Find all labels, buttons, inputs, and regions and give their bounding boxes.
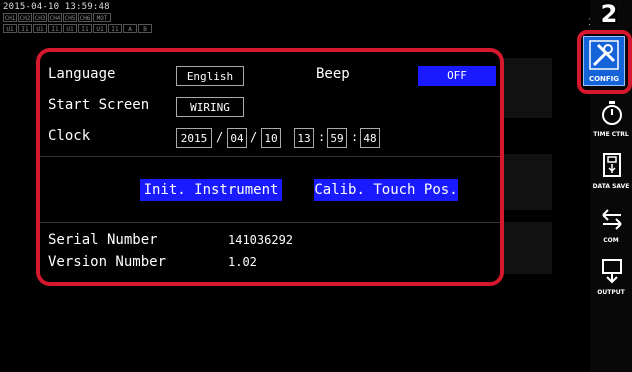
- channel-indicator: CH5: [63, 13, 77, 22]
- channel-range: U1: [93, 24, 107, 33]
- sidebar-config-label: CONFIG: [588, 75, 620, 83]
- channel-range: U1: [33, 24, 47, 33]
- settings-panel: Language English Beep OFF Start Screen W…: [36, 48, 504, 286]
- sidebar-time-ctrl-button[interactable]: TIME CTRL: [593, 98, 629, 138]
- channel-range: I1: [78, 24, 92, 33]
- sidebar-output-label: OUTPUT: [597, 289, 625, 296]
- time-separator: :: [351, 130, 359, 144]
- sidebar-config-button[interactable]: CONFIG: [583, 36, 625, 86]
- clock-day-field[interactable]: 10: [261, 128, 281, 148]
- status-bar: 2015-04-10 13:59:48 CH1 CH2 CH3 CH4 CH5 …: [0, 0, 593, 40]
- channel-indicator: CH1: [3, 13, 17, 22]
- serial-number-value: 141036292: [228, 233, 294, 247]
- channel-indicator: CH2: [18, 13, 32, 22]
- sidebar-time-ctrl-label: TIME CTRL: [593, 131, 629, 138]
- date-separator: /: [250, 130, 258, 144]
- version-number-value: 1.02: [228, 255, 257, 269]
- panel-strip: [500, 58, 552, 118]
- time-separator: :: [318, 130, 326, 144]
- channel-indicator: MOT: [93, 13, 111, 22]
- init-instrument-button[interactable]: Init. Instrument: [140, 179, 282, 201]
- clock-second-field[interactable]: 48: [360, 128, 380, 148]
- sidebar-com-button[interactable]: COM: [594, 204, 628, 244]
- channel-row-top: CH1 CH2 CH3 CH4 CH5 CH6 MOT: [3, 13, 111, 22]
- sidebar-data-save-label: DATA SAVE: [592, 183, 630, 190]
- channel-range: U1: [3, 24, 17, 33]
- divider: [40, 156, 500, 157]
- channel-range: I1: [108, 24, 122, 33]
- beep-label: Beep: [316, 66, 350, 82]
- serial-number-label: Serial Number: [48, 232, 158, 248]
- language-field[interactable]: English: [176, 66, 244, 86]
- panel-strip: [500, 222, 552, 274]
- start-screen-field[interactable]: WIRING: [176, 97, 244, 117]
- channel-row-bottom: U1 I1 U1 I1 U1 I1 U1 I1 A B: [3, 24, 152, 33]
- channel-range: B: [138, 24, 152, 33]
- beep-toggle[interactable]: OFF: [418, 66, 496, 86]
- version-number-label: Version Number: [48, 254, 167, 270]
- stopwatch-icon: [602, 101, 622, 125]
- clock-hour-field[interactable]: 13: [294, 128, 314, 148]
- channel-range: A: [123, 24, 137, 33]
- date-separator: /: [216, 130, 224, 144]
- output-icon: [602, 259, 622, 284]
- sidebar-data-save-button[interactable]: DATA SAVE: [592, 150, 630, 190]
- transfer-icon: [602, 209, 622, 230]
- language-label: Language: [48, 66, 116, 82]
- divider: [40, 222, 500, 223]
- step-badge: 2: [600, 0, 618, 28]
- clock-year-field[interactable]: 2015: [176, 128, 212, 148]
- tools-icon: [589, 40, 619, 70]
- calib-touch-button[interactable]: Calib. Touch Pos.: [314, 179, 458, 201]
- panel-strip: [500, 154, 552, 210]
- channel-indicator: CH4: [48, 13, 62, 22]
- clock-minute-field[interactable]: 59: [327, 128, 347, 148]
- sidebar-com-label: COM: [603, 237, 619, 244]
- channel-indicator: CH6: [78, 13, 92, 22]
- sidebar-output-button[interactable]: OUTPUT: [594, 256, 628, 296]
- channel-range: I1: [18, 24, 32, 33]
- clock-month-field[interactable]: 04: [227, 128, 247, 148]
- clock-label: Clock: [48, 128, 91, 144]
- status-datetime: 2015-04-10 13:59:48: [3, 2, 110, 12]
- channel-range: U1: [63, 24, 77, 33]
- channel-range: I1: [48, 24, 62, 33]
- channel-indicator: CH3: [33, 13, 47, 22]
- start-screen-label: Start Screen: [48, 97, 150, 113]
- usb-icon: [603, 153, 621, 177]
